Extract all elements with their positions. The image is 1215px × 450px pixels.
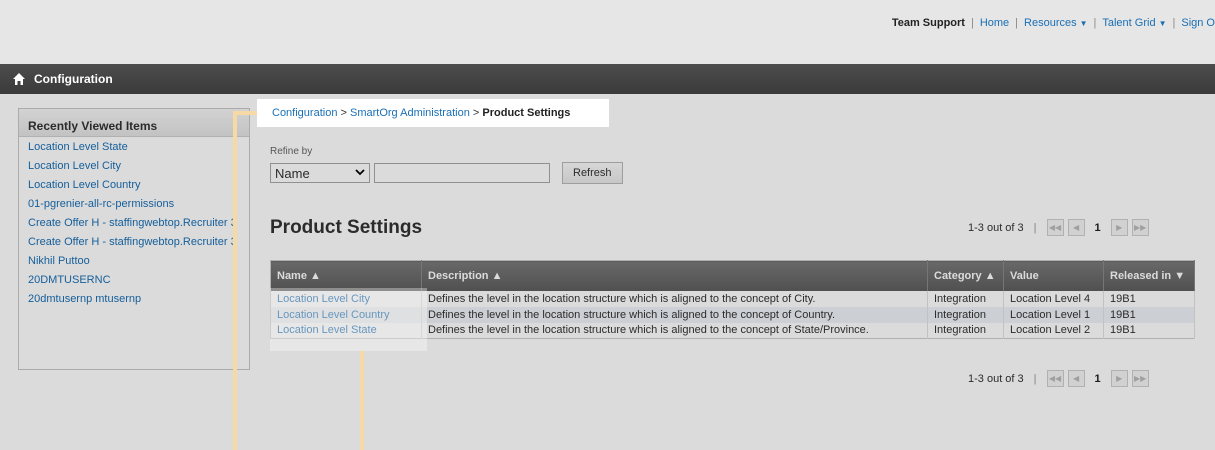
- column-header-category[interactable]: Category ▲: [927, 260, 1004, 291]
- top-links: Team Support | Home | Resources ▼ | Tale…: [892, 15, 1215, 31]
- chevron-down-icon[interactable]: ▼: [1159, 19, 1167, 28]
- column-header-value: Value: [1003, 260, 1104, 291]
- setting-description: Defines the level in the location struct…: [421, 290, 928, 307]
- setting-description: Defines the level in the location struct…: [421, 306, 928, 323]
- separator: |: [1033, 372, 1037, 385]
- table-row: Location Level Country Defines the level…: [270, 306, 1195, 323]
- prev-page-icon[interactable]: ◀: [1067, 219, 1085, 236]
- refine-select[interactable]: Name: [270, 163, 370, 183]
- recent-item[interactable]: Create Offer H - staffingwebtop.Recruite…: [28, 236, 248, 248]
- breadcrumb-current: Product Settings: [482, 107, 571, 119]
- talent-grid-menu[interactable]: Talent Grid: [1102, 17, 1155, 29]
- breadcrumb: Configuration > SmartOrg Administration …: [257, 99, 609, 127]
- recently-viewed-panel: Recently Viewed Items Location Level Sta…: [18, 108, 250, 370]
- recent-item[interactable]: Location Level Country: [28, 179, 248, 191]
- breadcrumb-separator: >: [340, 107, 347, 119]
- setting-value: Location Level 2: [1003, 322, 1104, 339]
- current-page: 1: [1094, 221, 1101, 234]
- recent-item[interactable]: 20dmtusernp mtusernp: [28, 293, 248, 305]
- separator: |: [1015, 17, 1019, 29]
- recent-item[interactable]: Location Level City: [28, 160, 248, 172]
- recent-items-list: Location Level State Location Level City…: [19, 137, 249, 305]
- home-link[interactable]: Home: [980, 17, 1009, 29]
- sign-out-link[interactable]: Sign O: [1181, 17, 1215, 29]
- setting-category: Integration: [927, 322, 1004, 339]
- prev-page-icon[interactable]: ◀: [1067, 370, 1085, 387]
- column-header-name[interactable]: Name ▲: [270, 260, 422, 291]
- home-icon[interactable]: [12, 72, 26, 86]
- setting-description: Defines the level in the location struct…: [421, 322, 928, 339]
- pager-count: 1-3 out of 3: [968, 372, 1024, 385]
- breadcrumb-separator: >: [472, 107, 480, 119]
- pager-count: 1-3 out of 3: [968, 221, 1024, 234]
- annotation-line: [233, 111, 237, 450]
- last-page-icon[interactable]: ▶▶: [1131, 219, 1149, 236]
- team-support-label: Team Support: [891, 17, 965, 29]
- refine-label: Refine by: [270, 146, 313, 157]
- first-page-icon[interactable]: ◀◀: [1046, 219, 1064, 236]
- pager-top: 1-3 out of 3 | ◀◀ ◀ 1 ▶ ▶▶: [968, 219, 1153, 236]
- refresh-button[interactable]: Refresh: [562, 162, 623, 184]
- chevron-down-icon: [355, 168, 365, 179]
- product-settings-table: Name ▲ Description ▲ Category ▲ Value Re…: [270, 260, 1195, 339]
- recent-item[interactable]: 20DMTUSERNC: [28, 274, 248, 286]
- last-page-icon[interactable]: ▶▶: [1131, 370, 1149, 387]
- setting-released: 19B1: [1103, 306, 1195, 323]
- annotation-line: [235, 111, 257, 115]
- setting-category: Integration: [927, 306, 1004, 323]
- annotation-line: [360, 351, 364, 450]
- column-header-released[interactable]: Released in ▼: [1103, 260, 1195, 291]
- separator: |: [1093, 17, 1097, 29]
- setting-value: Location Level 1: [1003, 306, 1104, 323]
- table-row: Location Level State Defines the level i…: [270, 322, 1195, 339]
- next-page-icon[interactable]: ▶: [1110, 370, 1128, 387]
- current-page: 1: [1094, 372, 1101, 385]
- main-content: Recently Viewed Items Location Level Sta…: [0, 94, 1215, 450]
- refine-panel: Refine by Name Refresh: [270, 146, 623, 184]
- resources-menu[interactable]: Resources: [1024, 17, 1077, 29]
- chevron-down-icon[interactable]: ▼: [1080, 19, 1088, 28]
- refine-input[interactable]: [374, 163, 550, 183]
- top-header: Team Support | Home | Resources ▼ | Tale…: [0, 0, 1215, 64]
- setting-name-link[interactable]: Location Level Country: [270, 306, 422, 323]
- recent-item[interactable]: Nikhil Puttoo: [28, 255, 248, 267]
- refine-select-value: Name: [275, 165, 310, 181]
- setting-category: Integration: [927, 290, 1004, 307]
- setting-name-link[interactable]: Location Level State: [270, 322, 422, 339]
- recent-item[interactable]: Location Level State: [28, 141, 248, 153]
- first-page-icon[interactable]: ◀◀: [1046, 370, 1064, 387]
- navigation-bar: Configuration: [0, 64, 1215, 94]
- next-page-icon[interactable]: ▶: [1110, 219, 1128, 236]
- recent-item[interactable]: Create Offer H - staffingwebtop.Recruite…: [28, 217, 248, 229]
- separator: |: [970, 17, 974, 29]
- table-row: Location Level City Defines the level in…: [270, 290, 1195, 307]
- sidebar-title: Recently Viewed Items: [19, 109, 249, 137]
- table-header-row: Name ▲ Description ▲ Category ▲ Value Re…: [270, 260, 1195, 291]
- pager-bottom: 1-3 out of 3 | ◀◀ ◀ 1 ▶ ▶▶: [968, 370, 1153, 387]
- separator: |: [1033, 221, 1037, 234]
- setting-name-link[interactable]: Location Level City: [270, 290, 422, 307]
- page-title: Product Settings: [270, 217, 423, 238]
- breadcrumb-smartorg[interactable]: SmartOrg Administration: [350, 107, 470, 119]
- column-header-description[interactable]: Description ▲: [421, 260, 928, 291]
- refine-row: Name Refresh: [270, 162, 623, 184]
- setting-released: 19B1: [1103, 322, 1195, 339]
- breadcrumb-configuration[interactable]: Configuration: [272, 107, 337, 119]
- setting-released: 19B1: [1103, 290, 1195, 307]
- nav-title: Configuration: [34, 72, 113, 86]
- setting-value: Location Level 4: [1003, 290, 1104, 307]
- recent-item[interactable]: 01-pgrenier-all-rc-permissions: [28, 198, 248, 210]
- separator: |: [1172, 17, 1176, 29]
- column-header-value-label: Value: [1010, 269, 1039, 282]
